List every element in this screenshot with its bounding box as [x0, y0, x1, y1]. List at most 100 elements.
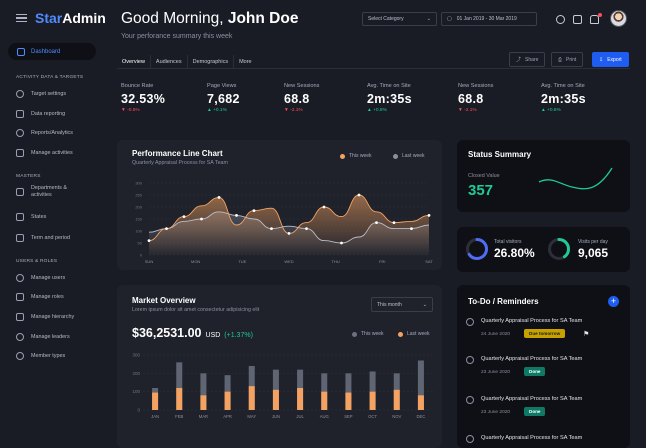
- x-tick-label: JAN: [151, 414, 159, 419]
- data-point: [182, 215, 186, 218]
- bar-this-week: [224, 391, 231, 410]
- card-title: To-Do / Reminders: [468, 297, 539, 306]
- bar-this-week: [176, 388, 183, 410]
- date-range-picker[interactable]: ▢ 01 Jan 2019 - 30 Mar 2019: [441, 12, 537, 26]
- total-visitors-value: 26.80%: [494, 246, 535, 260]
- list-icon: [16, 149, 24, 157]
- y-tick-label: 300: [132, 353, 140, 358]
- y-tick-label: 0: [140, 253, 143, 258]
- data-point: [165, 227, 168, 230]
- page-subtitle: Your perforance summary this week: [121, 33, 233, 40]
- data-point: [357, 193, 361, 197]
- search-icon[interactable]: [556, 15, 565, 24]
- data-point: [287, 232, 291, 235]
- x-tick-label: DEC: [416, 414, 425, 419]
- visits-per-day-ring: [548, 238, 570, 260]
- visitors-card: Total visitors 26.80% Visits per day 9,0…: [457, 227, 630, 272]
- share-icon: ⤴: [516, 57, 522, 63]
- checkbox[interactable]: [466, 318, 474, 326]
- tab-overview[interactable]: Overview: [117, 55, 151, 69]
- sidebar-item-target-settings[interactable]: Target settings: [16, 90, 102, 98]
- status-badge: Due tomorrow: [524, 329, 566, 338]
- bar-this-week: [152, 392, 159, 410]
- data-point: [410, 227, 413, 230]
- sidebar-item-states[interactable]: States: [16, 213, 102, 221]
- status-badge: Done: [524, 407, 546, 416]
- data-point: [305, 227, 308, 230]
- tab-audiences[interactable]: Audiences: [151, 55, 188, 69]
- mail-icon[interactable]: [573, 15, 582, 24]
- data-point: [147, 239, 151, 242]
- x-tick-label: JUL: [296, 414, 304, 419]
- bar-this-week: [248, 386, 255, 410]
- member-icon: [16, 352, 24, 360]
- y-tick-label: 300: [135, 181, 142, 186]
- status-summary-card: Status Summary Closed Value 357: [457, 140, 630, 212]
- bar-this-week: [417, 395, 424, 410]
- x-tick-label: FRI: [379, 259, 385, 264]
- status-badge: Done: [524, 367, 546, 376]
- x-tick-label: OCT: [368, 414, 377, 419]
- visits-per-day-label: Visits per day: [578, 239, 608, 245]
- data-point: [252, 209, 256, 212]
- export-button[interactable]: ⇩ Export: [592, 52, 629, 67]
- x-tick-label: NOV: [392, 414, 401, 419]
- stat-new-sessions-2: New Sessions 68.8 ▼ -2.1%: [458, 83, 494, 113]
- checkbox[interactable]: [466, 435, 474, 443]
- tab-demographics[interactable]: Demographics: [188, 55, 235, 69]
- dashboard-icon: [17, 47, 25, 56]
- sidebar-section-title: USERS & ROLES: [16, 259, 58, 264]
- sidebar-item-label: Dashboard: [31, 48, 61, 55]
- print-button[interactable]: ⎙ Print: [551, 52, 584, 67]
- chevron-down-icon: ⌄: [426, 16, 431, 22]
- sidebar-item-departments[interactable]: Departments & activities: [16, 185, 102, 198]
- brand: StarAdmin: [16, 10, 106, 26]
- stat-page-views: Page Views 7,682 ▲ +0.1%: [207, 83, 240, 113]
- flag-icon[interactable]: ⚑: [583, 330, 589, 338]
- sidebar-item-term-period[interactable]: Term and period: [16, 234, 102, 242]
- sidebar-item-manage-users[interactable]: Manage users: [16, 274, 102, 282]
- add-todo-button[interactable]: +: [608, 296, 619, 307]
- leader-icon: [16, 333, 24, 341]
- calendar-icon: ▢: [447, 16, 452, 22]
- sidebar-item-manage-activities[interactable]: Manage activities: [16, 149, 102, 157]
- bar-this-week: [272, 389, 279, 410]
- sidebar-item-member-types[interactable]: Member types: [16, 352, 102, 360]
- data-point: [270, 227, 273, 230]
- x-tick-label: MON: [191, 259, 200, 264]
- checkbox[interactable]: [466, 356, 474, 364]
- data-point: [235, 214, 238, 217]
- hamburger-menu-icon[interactable]: [16, 14, 27, 22]
- x-tick-label: WED: [284, 259, 293, 264]
- share-button[interactable]: ⤴ Share: [509, 52, 546, 67]
- data-point: [200, 217, 203, 221]
- data-point: [375, 221, 378, 224]
- sidebar-item-manage-leaders[interactable]: Manage leaders: [16, 333, 102, 341]
- sparkline: [538, 167, 613, 190]
- brand-logo[interactable]: StarAdmin: [35, 10, 106, 26]
- sidebar-item-dashboard[interactable]: Dashboard: [8, 43, 96, 60]
- sidebar-item-manage-roles[interactable]: Manage roles: [16, 293, 102, 301]
- performance-card: Performance Line Chart Quarterly Apprais…: [117, 140, 442, 270]
- market-bar-chart: 0 100 200 300 JAN FEB MAR APR MAY JUN JUL AUG SEP OCT…: [132, 353, 433, 419]
- notification-dot: [598, 13, 602, 17]
- bar-this-week: [200, 395, 207, 410]
- sidebar-item-manage-hierarchy[interactable]: Manage hierarchy: [16, 313, 102, 321]
- category-select[interactable]: Select Category ⌄: [362, 12, 437, 26]
- hierarchy-icon: [16, 313, 24, 321]
- page-header: Good Morning, John Doe Your perforance s…: [121, 10, 298, 40]
- card-title: Status Summary: [468, 150, 532, 159]
- checkbox[interactable]: [466, 396, 474, 404]
- closed-value-label: Closed Value: [468, 173, 500, 179]
- tab-more[interactable]: More: [234, 55, 257, 69]
- data-point: [392, 221, 396, 224]
- x-tick-label: TUE: [238, 259, 246, 264]
- bar-this-week: [393, 389, 400, 410]
- database-icon: [16, 110, 24, 118]
- data-point: [427, 214, 431, 217]
- avatar[interactable]: [610, 10, 627, 27]
- sidebar-item-data-reporting[interactable]: Data reporting: [16, 110, 102, 118]
- printer-icon: ⎙: [558, 56, 563, 63]
- sidebar-item-reports[interactable]: Reports/Analytics: [16, 129, 102, 137]
- export-icon: ⇩: [599, 56, 604, 63]
